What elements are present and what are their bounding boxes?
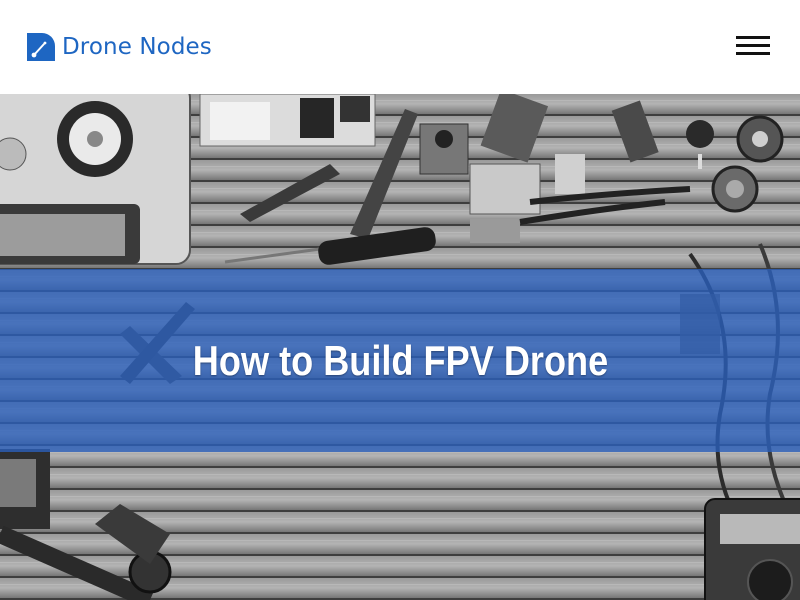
menu-bar [736,36,770,39]
site-logo[interactable]: Drone Nodes [25,30,212,63]
site-header: Drone Nodes [0,0,800,94]
drone-nodes-logo-icon [27,32,55,61]
menu-bar [736,52,770,55]
hero-title-band: How to Build FPV Drone [0,269,800,452]
hamburger-menu-icon[interactable] [736,34,770,58]
hero-banner: How to Build FPV Drone [0,94,800,600]
brand-name: Drone Nodes [62,33,212,60]
hero-title: How to Build FPV Drone [192,336,608,384]
menu-bar [736,44,770,47]
